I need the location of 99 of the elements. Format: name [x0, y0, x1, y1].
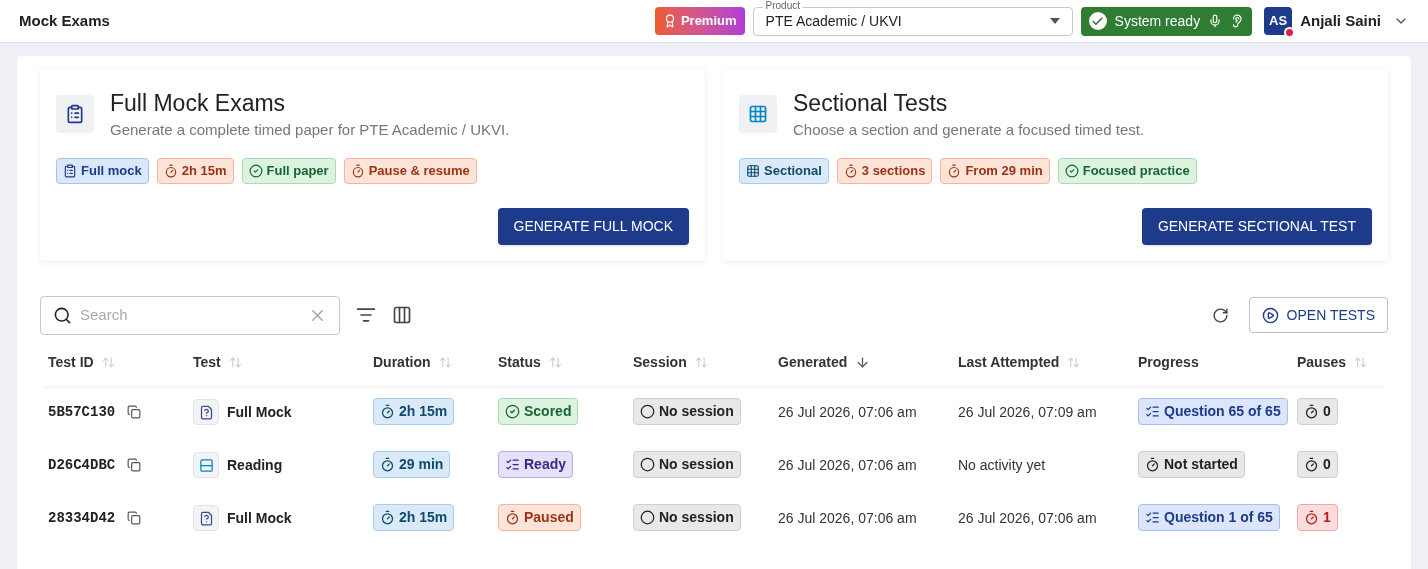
columns-icon[interactable] — [392, 305, 412, 325]
stopwatch-icon — [1304, 404, 1319, 419]
column-header[interactable]: Duration — [373, 352, 431, 373]
question-pages-icon — [198, 404, 214, 420]
table-cell-text: 26 Jul 2026, 07:06 am — [778, 455, 918, 475]
tag: Full paper — [241, 157, 336, 184]
stopwatch-icon — [350, 163, 365, 178]
search-input[interactable]: Search — [80, 303, 300, 327]
system-status: System ready — [1080, 6, 1253, 36]
progress-tag: Question 65 of 65 — [1138, 398, 1288, 425]
test-name: Reading — [227, 455, 283, 475]
session-tag: No session — [633, 451, 741, 478]
grid-icon — [748, 104, 768, 124]
checklist-icon — [505, 457, 520, 472]
play-icon — [1261, 306, 1279, 324]
status-tag: Scored — [498, 398, 579, 425]
card-subtitle: Choose a section and generate a focused timed test. — [793, 120, 1145, 140]
tag: Sectional — [739, 157, 829, 184]
column-header[interactable]: Test ID — [48, 352, 94, 373]
avatar: AS — [1264, 7, 1293, 35]
progress-tag: Not started — [1138, 451, 1245, 478]
tag: 2h 15m — [156, 157, 234, 184]
duration-tag: 2h 15m — [373, 504, 455, 531]
rows-icon — [198, 457, 214, 473]
column-header[interactable]: Session — [633, 352, 687, 373]
stopwatch-icon — [843, 163, 858, 178]
tag: 3 sections — [836, 157, 933, 184]
refresh-icon[interactable] — [1211, 306, 1229, 324]
clipboard-icon — [65, 104, 85, 124]
premium-badge: Premium — [654, 7, 745, 35]
grid-icon — [746, 163, 760, 178]
checklist-icon — [1145, 510, 1160, 525]
stopwatch-icon — [163, 163, 178, 178]
stopwatch-icon — [1304, 510, 1319, 525]
test-name: Full Mock — [227, 508, 292, 528]
column-header[interactable]: Last Attempted — [958, 352, 1060, 373]
tag: Focused practice — [1057, 157, 1197, 184]
check-circle-icon — [505, 404, 520, 419]
pauses-tag: 1 — [1297, 504, 1338, 531]
card-subtitle: Generate a complete timed paper for PTE Academic / UKVI. — [110, 120, 510, 140]
column-header[interactable]: Pauses — [1297, 352, 1347, 373]
checklist-icon — [1145, 404, 1160, 419]
field-label: Product — [762, 0, 803, 12]
ear-icon — [1230, 14, 1245, 28]
card-title: Sectional Tests — [793, 89, 949, 117]
duration-tag: 2h 15m — [373, 398, 455, 425]
check-circle-icon — [248, 163, 263, 178]
stopwatch-icon — [380, 510, 395, 525]
test-id: 5B57C130 — [48, 402, 116, 422]
microphone-icon — [1208, 14, 1223, 28]
tag: Pause & resume — [343, 157, 477, 184]
generate-button[interactable]: GENERATE SECTIONAL TEST — [1141, 207, 1372, 245]
stopwatch-icon — [380, 404, 395, 419]
stopwatch-icon — [380, 457, 395, 472]
table-cell-text: No activity yet — [958, 455, 1047, 475]
copy-icon[interactable] — [127, 511, 142, 525]
page-title: Mock Exams — [19, 10, 110, 31]
test-name: Full Mock — [227, 402, 292, 422]
circle-icon — [640, 404, 655, 419]
stopwatch-icon — [947, 163, 962, 178]
circle-icon — [640, 457, 655, 472]
test-id: D26C4DBC — [48, 455, 116, 475]
stopwatch-icon — [1304, 457, 1319, 472]
card-title: Full Mock Exams — [110, 89, 287, 117]
status-tag: Ready — [498, 451, 574, 478]
copy-icon[interactable] — [127, 405, 142, 419]
search-field[interactable]: Search — [40, 295, 340, 335]
table-cell-text: 26 Jul 2026, 07:06 am — [778, 508, 918, 528]
status-tag: Paused — [498, 504, 581, 531]
test-id: 28334D42 — [48, 508, 116, 528]
column-header[interactable]: Test — [193, 352, 221, 373]
check-circle-icon — [1064, 163, 1079, 178]
stopwatch-icon — [1145, 457, 1160, 472]
progress-tag: Question 1 of 65 — [1138, 504, 1280, 531]
filter-icon[interactable] — [356, 305, 376, 325]
session-tag: No session — [633, 504, 741, 531]
table-cell-text: 26 Jul 2026, 07:06 am — [958, 508, 1098, 528]
table-cell-text: 26 Jul 2026, 07:06 am — [778, 402, 918, 422]
pauses-tag: 0 — [1297, 451, 1338, 478]
column-header[interactable]: Status — [498, 352, 541, 373]
copy-icon[interactable] — [127, 458, 142, 472]
search-icon — [53, 305, 72, 325]
duration-tag: 29 min — [373, 451, 451, 478]
table-cell-text: 26 Jul 2026, 07:09 am — [958, 402, 1098, 422]
tag: From 29 min — [940, 157, 1050, 184]
clipboard-icon — [63, 163, 77, 178]
circle-icon — [640, 510, 655, 525]
question-pages-icon — [198, 510, 214, 526]
generate-button[interactable]: GENERATE FULL MOCK — [497, 207, 689, 245]
column-header[interactable]: Generated — [778, 352, 848, 373]
sort-down-icon[interactable] — [855, 355, 871, 370]
tag: Full mock — [56, 157, 149, 184]
pauses-tag: 0 — [1297, 398, 1338, 425]
caret-icon — [1049, 18, 1060, 24]
user-name: Anjali Saini — [1300, 10, 1381, 31]
column-header[interactable]: Progress — [1138, 352, 1199, 373]
stopwatch-icon — [505, 510, 520, 525]
open-tests-button[interactable]: OPEN TESTS — [1248, 297, 1388, 333]
session-tag: No session — [633, 398, 741, 425]
